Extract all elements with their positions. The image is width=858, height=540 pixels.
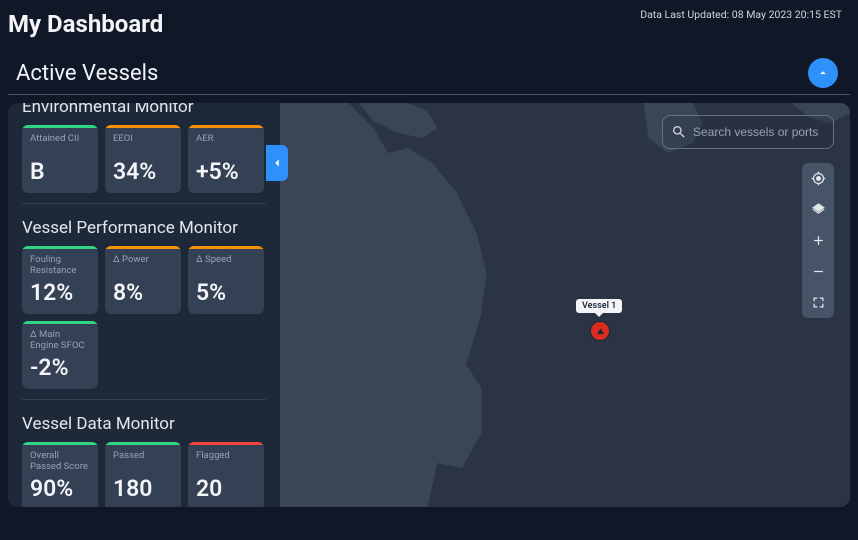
metric-card[interactable]: Overall Passed Score 90% — [22, 442, 98, 507]
layers-icon — [811, 202, 826, 217]
metric-card[interactable]: Attained CII B — [22, 125, 98, 193]
layers-button[interactable] — [802, 194, 834, 225]
metric-card[interactable]: Δ Speed 5% — [188, 246, 264, 314]
section-title: Active Vessels — [16, 61, 158, 86]
metric-card[interactable]: Δ Power 8% — [105, 246, 181, 314]
metric-label: AER — [196, 134, 256, 156]
metric-card[interactable]: Flagged 20 — [188, 442, 264, 507]
metric-value: -2% — [30, 354, 90, 381]
search-icon — [671, 124, 687, 140]
metric-card[interactable]: Fouling Resistance 12% — [22, 246, 98, 314]
map-search[interactable] — [662, 115, 834, 149]
zoom-out-button[interactable] — [802, 256, 834, 287]
chevron-up-icon — [816, 66, 830, 80]
metric-label: Flagged — [196, 451, 256, 473]
metric-label: EEOI — [113, 134, 173, 156]
metric-value: B — [30, 158, 90, 185]
map-controls — [802, 163, 834, 318]
last-updated: Data Last Updated: 08 May 2023 20:15 EST — [640, 8, 842, 21]
metric-value: 5% — [196, 279, 256, 306]
search-input[interactable] — [693, 125, 825, 139]
metric-label: Δ Speed — [196, 255, 256, 277]
metric-label: Attained CII — [30, 134, 90, 156]
group-title: Environmental Monitor — [22, 103, 266, 117]
metric-value: 90% — [30, 475, 90, 502]
metric-label: Overall Passed Score — [30, 451, 90, 473]
page-title: My Dashboard — [8, 10, 163, 38]
vessel-pin[interactable] — [590, 321, 610, 341]
group-title: Vessel Data Monitor — [22, 414, 266, 434]
minus-icon — [811, 264, 826, 279]
crosshair-icon — [811, 171, 826, 186]
metric-card[interactable]: Δ Main Engine SFOC -2% — [22, 321, 98, 389]
metric-label: Δ Power — [113, 255, 173, 277]
group-title: Vessel Performance Monitor — [22, 218, 266, 238]
locate-button[interactable] — [802, 163, 834, 194]
expand-icon — [811, 295, 826, 310]
zoom-in-button[interactable] — [802, 225, 834, 256]
metric-value: 8% — [113, 279, 173, 306]
metric-value: 12% — [30, 279, 90, 306]
metric-card[interactable]: AER +5% — [188, 125, 264, 193]
vessel-tooltip: Vessel 1 — [576, 299, 622, 313]
metric-value: 20 — [196, 475, 256, 502]
sidebar-toggle-button[interactable] — [266, 145, 288, 181]
metric-value: 180 — [113, 475, 173, 502]
fullscreen-button[interactable] — [802, 287, 834, 318]
chevron-left-icon — [270, 156, 284, 170]
vessel-icon — [596, 327, 605, 336]
metric-label: Passed — [113, 451, 173, 473]
metric-label: Δ Main Engine SFOC — [30, 330, 90, 352]
metric-card[interactable]: EEOI 34% — [105, 125, 181, 193]
metric-value: 34% — [113, 158, 173, 185]
metric-card[interactable]: Passed 180 — [105, 442, 181, 507]
map-area[interactable]: Vessel 1 — [280, 103, 850, 507]
metric-value: +5% — [196, 158, 256, 185]
metrics-sidebar: Environmental Monitor Attained CII B EEO… — [8, 103, 280, 507]
metric-label: Fouling Resistance — [30, 255, 90, 277]
collapse-section-button[interactable] — [808, 58, 838, 88]
plus-icon — [811, 233, 826, 248]
